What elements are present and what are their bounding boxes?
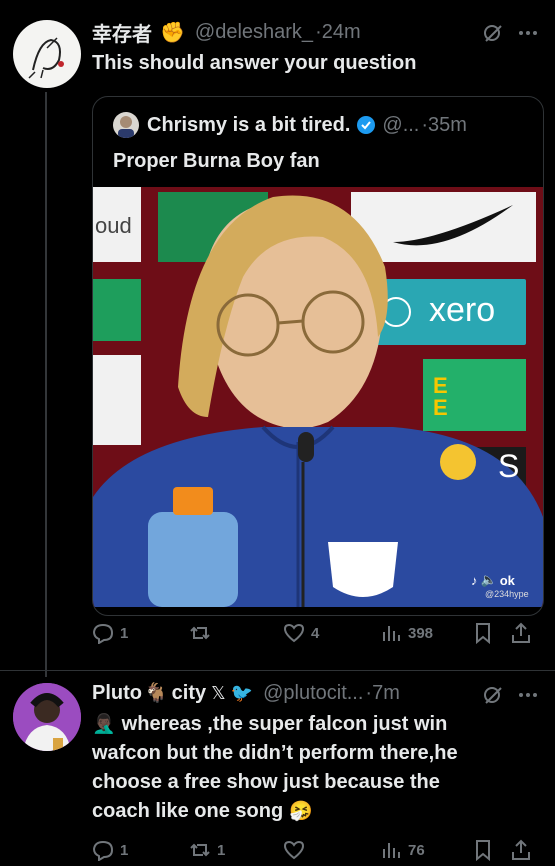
bookmark-icon[interactable] (472, 622, 494, 644)
display-name-suffix[interactable]: city (172, 682, 206, 705)
goat-emoji: 🐐 (144, 683, 168, 704)
handle[interactable]: @deleshark_ (195, 21, 313, 44)
fist-emoji: ✊ (160, 22, 185, 44)
like-button[interactable]: 4 (283, 622, 319, 644)
facepalm-emoji: 🤦🏿‍♂️ (92, 714, 116, 735)
quote-display-name[interactable]: Chrismy is a bit tired. (147, 114, 350, 137)
reply-count: 1 (120, 841, 129, 859)
display-name[interactable]: Pluto (92, 682, 142, 705)
tiktok-icon: ♪ (471, 572, 478, 588)
quote-avatar (113, 112, 139, 138)
display-name[interactable]: 幸存者 (92, 18, 152, 47)
bird-emoji: 🐦 (230, 682, 254, 703)
like-count: 4 (311, 624, 320, 642)
tweet-actions: 1 1 76 (92, 839, 542, 866)
tweet-actions: 1 4 398 (92, 622, 542, 650)
view-count: 76 (408, 841, 425, 859)
quote-handle[interactable]: @... (382, 114, 419, 137)
repost-icon (190, 843, 210, 857)
tiktok-watermark: ♪ 🔈 ok (471, 572, 515, 588)
reply-icon (92, 623, 114, 644)
volume-icon[interactable]: 🔈 (481, 572, 497, 588)
share-icon[interactable] (510, 622, 532, 644)
sponsor-ee: E E (433, 373, 448, 420)
views-icon (383, 626, 400, 641)
tweet-text: This should answer your question (92, 52, 417, 74)
repost-button[interactable] (189, 622, 217, 644)
bookmark-icon[interactable] (472, 839, 494, 861)
tweet-line-4: coach like one song (92, 800, 284, 822)
sponsor-xero: xero (429, 291, 496, 329)
timestamp[interactable]: ·24m (315, 21, 361, 44)
share-icon[interactable] (510, 839, 532, 861)
heart-icon (283, 840, 305, 860)
tweet-line-1: whereas ,the super falcon just win (121, 713, 448, 735)
tweet-2[interactable]: Pluto 🐐 city 𝕏 🐦 @plutocit... ·7m 🤦🏿‍♂️ … (0, 671, 555, 866)
sketch-figure-icon (28, 37, 64, 79)
tweet-header: 幸存者 ✊ @deleshark_ ·24m (92, 18, 361, 47)
repost-button[interactable]: 1 (189, 839, 225, 861)
reply-button[interactable]: 1 (92, 839, 128, 861)
press-conference-image: S (93, 187, 543, 607)
grok-icon[interactable] (482, 22, 504, 44)
quote-text: Proper Burna Boy fan (113, 150, 320, 172)
views-icon (383, 843, 400, 858)
reply-count: 1 (120, 624, 129, 642)
more-options-icon[interactable] (519, 693, 537, 697)
repost-icon (190, 626, 210, 640)
views-button[interactable]: 398 (380, 622, 433, 644)
reply-button[interactable]: 1 (92, 622, 128, 644)
quote-header: Chrismy is a bit tired. @... ·35m (113, 112, 467, 138)
tweet-line-2: wafcon but the didn’t perform there,he (92, 742, 458, 764)
view-count: 398 (408, 624, 434, 642)
reply-icon (92, 840, 114, 861)
repost-count: 1 (217, 841, 226, 859)
avatar[interactable] (13, 683, 81, 751)
heart-icon (283, 623, 305, 643)
tweet-text: 🤦🏿‍♂️ whereas ,the super falcon just win… (92, 710, 547, 826)
tiktok-handle: @234hype (485, 589, 529, 599)
timestamp[interactable]: ·7m (365, 682, 399, 705)
person-photo-icon (13, 683, 81, 751)
backdrop-text: oud (95, 213, 132, 238)
verified-badge-icon (357, 116, 376, 134)
tweet-header: Pluto 🐐 city 𝕏 🐦 @plutocit... ·7m (92, 681, 400, 705)
avatar[interactable] (13, 20, 81, 88)
x-logo-icon: 𝕏 (211, 682, 226, 703)
sponsor-s: S (498, 448, 519, 484)
grok-icon[interactable] (482, 684, 504, 706)
like-button[interactable] (283, 839, 311, 861)
quote-timestamp[interactable]: ·35m (421, 114, 467, 137)
video-thumbnail[interactable]: S oud xero E E ♪ 🔈 ok @234hype (93, 187, 543, 607)
sneezing-emoji: 🤧 (289, 801, 313, 822)
tiktok-label: ok (499, 572, 515, 588)
tweet-line-3: choose a free show just because the (92, 771, 440, 793)
quoted-tweet[interactable]: Chrismy is a bit tired. @... ·35m Proper… (92, 96, 544, 616)
more-options-icon[interactable] (519, 31, 537, 35)
tweet-1[interactable]: 幸存者 ✊ @deleshark_ ·24m This should answe… (0, 0, 555, 670)
handle[interactable]: @plutocit... (263, 682, 363, 705)
views-button[interactable]: 76 (380, 839, 425, 861)
